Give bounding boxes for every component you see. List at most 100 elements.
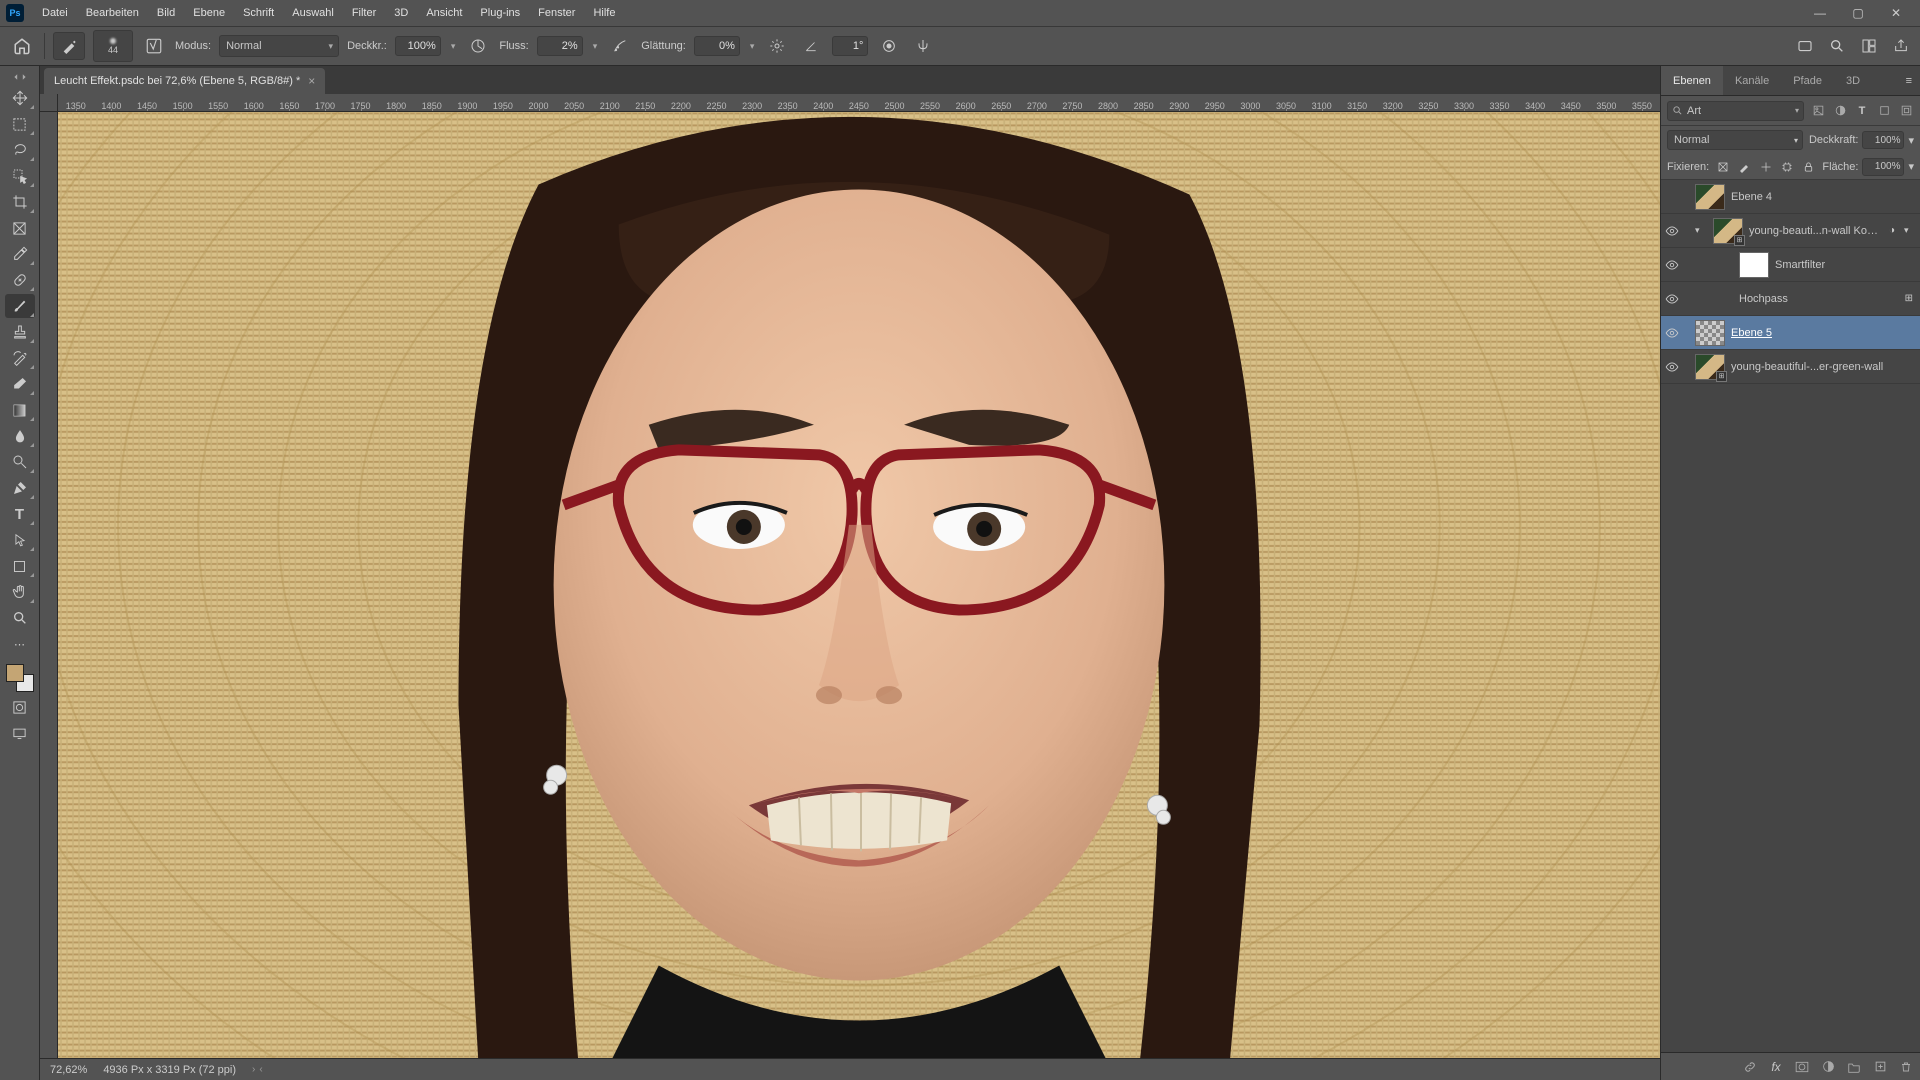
minimize-button[interactable]: — xyxy=(1802,3,1838,23)
zoom-level[interactable]: 72,62% xyxy=(50,1064,87,1076)
status-arrow-icon[interactable]: › xyxy=(252,1064,255,1075)
layer-thumbnail[interactable]: ⊞ xyxy=(1695,354,1725,380)
eyedropper-tool[interactable] xyxy=(5,242,35,266)
home-button[interactable] xyxy=(8,32,36,60)
menu-auswahl[interactable]: Auswahl xyxy=(284,4,342,22)
shape-tool[interactable] xyxy=(5,554,35,578)
layer-row[interactable]: Hochpass⊞ xyxy=(1661,282,1920,316)
layer-name[interactable]: Ebene 4 xyxy=(1731,191,1916,203)
lasso-tool[interactable] xyxy=(5,138,35,162)
layer-name[interactable]: Hochpass xyxy=(1739,293,1896,305)
collapse-arrows[interactable] xyxy=(5,70,35,84)
pressure-size-button[interactable] xyxy=(876,33,902,59)
smoothing-input[interactable]: 0% xyxy=(694,36,740,56)
pen-tool[interactable] xyxy=(5,476,35,500)
visibility-toggle[interactable] xyxy=(1665,361,1683,373)
new-layer-icon[interactable] xyxy=(1872,1059,1888,1075)
visibility-toggle[interactable] xyxy=(1665,225,1683,237)
screenmode-button[interactable] xyxy=(7,722,33,744)
vertical-ruler[interactable] xyxy=(40,112,58,1058)
lock-pixels-icon[interactable] xyxy=(1737,159,1752,175)
layer-row[interactable]: Ebene 5 xyxy=(1661,316,1920,350)
stamp-tool[interactable] xyxy=(5,320,35,344)
eraser-tool[interactable] xyxy=(5,372,35,396)
tab-pfade[interactable]: Pfade xyxy=(1781,66,1834,95)
tool-preset-picker[interactable] xyxy=(53,32,85,60)
layer-row[interactable]: Smartfilter xyxy=(1661,248,1920,282)
layer-thumbnail[interactable]: ⊞ xyxy=(1713,218,1743,244)
healing-tool[interactable] xyxy=(5,268,35,292)
blend-mode-select[interactable]: Normal xyxy=(219,35,339,57)
frame-tool[interactable] xyxy=(5,216,35,240)
marquee-tool[interactable] xyxy=(5,112,35,136)
menu-datei[interactable]: Datei xyxy=(34,4,76,22)
move-tool[interactable] xyxy=(5,86,35,110)
flow-input[interactable]: 2% xyxy=(537,36,583,56)
lock-transparent-icon[interactable] xyxy=(1715,159,1730,175)
quickmask-button[interactable] xyxy=(7,696,33,718)
smoothing-options-button[interactable] xyxy=(764,33,790,59)
layer-filter-type[interactable]: Art xyxy=(1667,101,1804,121)
layer-thumbnail[interactable] xyxy=(1695,184,1725,210)
layer-row[interactable]: ⊞ young-beautiful-...er-green-wall xyxy=(1661,350,1920,384)
cloud-docs-icon[interactable] xyxy=(1794,35,1816,57)
visibility-toggle[interactable] xyxy=(1665,327,1683,339)
search-icon[interactable] xyxy=(1826,35,1848,57)
menu-bearbeiten[interactable]: Bearbeiten xyxy=(78,4,147,22)
lock-all-icon[interactable] xyxy=(1801,159,1816,175)
tab-kanaele[interactable]: Kanäle xyxy=(1723,66,1781,95)
lock-artboard-icon[interactable] xyxy=(1780,159,1795,175)
layer-row[interactable]: Ebene 4 xyxy=(1661,180,1920,214)
airbrush-button[interactable] xyxy=(607,33,633,59)
layer-blend-mode[interactable]: Normal xyxy=(1667,130,1803,150)
tab-3d[interactable]: 3D xyxy=(1834,66,1872,95)
layers-list[interactable]: Ebene 4▾⊞young-beauti...n-wall Kopie◑▾Sm… xyxy=(1661,180,1920,1052)
selection-tool[interactable] xyxy=(5,164,35,188)
menu-hilfe[interactable]: Hilfe xyxy=(585,4,623,22)
filter-type-icon[interactable]: T xyxy=(1854,103,1870,119)
panel-menu-icon[interactable]: ≡ xyxy=(1898,75,1920,87)
layer-name[interactable]: young-beauti...n-wall Kopie xyxy=(1749,225,1880,237)
menu-schrift[interactable]: Schrift xyxy=(235,4,282,22)
canvas-viewport[interactable] xyxy=(58,112,1660,1058)
document-tab[interactable]: Leucht Effekt.psdc bei 72,6% (Ebene 5, R… xyxy=(44,68,325,94)
menu-3d[interactable]: 3D xyxy=(386,4,416,22)
layer-name[interactable]: Smartfilter xyxy=(1775,259,1916,271)
menu-plugins[interactable]: Plug-ins xyxy=(472,4,528,22)
close-tab-icon[interactable]: × xyxy=(308,74,315,88)
delete-layer-icon[interactable] xyxy=(1898,1059,1914,1075)
history-brush-tool[interactable] xyxy=(5,346,35,370)
tab-ebenen[interactable]: Ebenen xyxy=(1661,66,1723,95)
visibility-toggle[interactable] xyxy=(1665,259,1683,271)
group-icon[interactable] xyxy=(1846,1059,1862,1075)
zoom-tool[interactable] xyxy=(5,606,35,630)
share-icon[interactable] xyxy=(1890,35,1912,57)
visibility-toggle[interactable] xyxy=(1665,293,1683,305)
menu-filter[interactable]: Filter xyxy=(344,4,384,22)
color-swatches[interactable] xyxy=(6,664,34,692)
collapse-arrow[interactable]: ▾ xyxy=(1695,225,1707,236)
layer-name[interactable]: young-beautiful-...er-green-wall xyxy=(1731,361,1916,373)
layer-thumbnail[interactable] xyxy=(1695,320,1725,346)
layer-name[interactable]: Ebene 5 xyxy=(1731,327,1916,339)
opacity-input[interactable]: 100% xyxy=(395,36,441,56)
horizontal-ruler[interactable]: 1350140014501500155016001650170017501800… xyxy=(58,94,1660,112)
layer-thumbnail[interactable] xyxy=(1739,252,1769,278)
filter-shape-icon[interactable] xyxy=(1876,103,1892,119)
hand-tool[interactable] xyxy=(5,580,35,604)
opacity-pressure-button[interactable] xyxy=(465,33,491,59)
menu-ebene[interactable]: Ebene xyxy=(185,4,233,22)
brush-tool[interactable] xyxy=(5,294,35,318)
angle-input[interactable]: 1° xyxy=(832,36,868,56)
gradient-tool[interactable] xyxy=(5,398,35,422)
blur-tool[interactable] xyxy=(5,424,35,448)
workspace-icon[interactable] xyxy=(1858,35,1880,57)
edit-toolbar[interactable]: ⋯ xyxy=(5,632,35,656)
foreground-color-swatch[interactable] xyxy=(6,664,24,682)
doc-dimensions[interactable]: 4936 Px x 3319 Px (72 ppi) xyxy=(103,1064,236,1076)
expand-fx-arrow[interactable]: ▾ xyxy=(1904,225,1916,236)
adjustment-layer-icon[interactable] xyxy=(1820,1059,1836,1075)
menu-fenster[interactable]: Fenster xyxy=(530,4,583,22)
close-button[interactable]: ✕ xyxy=(1878,3,1914,23)
link-layers-icon[interactable] xyxy=(1742,1059,1758,1075)
